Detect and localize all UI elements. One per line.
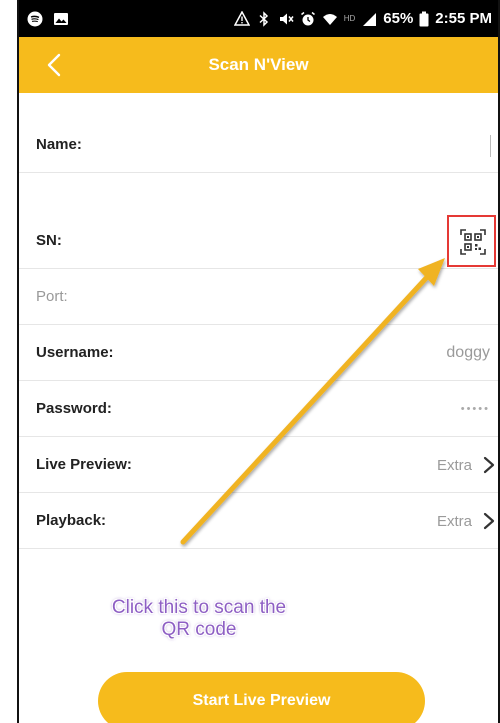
qr-code-icon xyxy=(460,229,486,255)
name-row[interactable]: Name: xyxy=(19,117,498,173)
password-value[interactable]: ••••• xyxy=(461,381,490,437)
phone-screen: HD 65% 2:55 PM Scan N'View Name: SN: Por… xyxy=(19,0,498,723)
username-value[interactable]: doggy xyxy=(446,325,490,381)
wifi-icon xyxy=(322,13,337,25)
password-row[interactable]: Password: ••••• xyxy=(19,381,498,437)
start-live-preview-button[interactable]: Start Live Preview xyxy=(98,672,425,723)
live-preview-label: Live Preview: xyxy=(36,456,132,473)
text-cursor xyxy=(490,135,491,157)
battery-percent: 65% xyxy=(383,10,414,27)
chevron-left-icon xyxy=(47,53,61,77)
spotify-icon xyxy=(27,11,43,26)
chevron-right-icon xyxy=(483,456,495,474)
playback-value: Extra xyxy=(436,512,472,530)
back-button[interactable] xyxy=(41,51,69,79)
playback-selector[interactable]: Extra xyxy=(437,493,496,549)
live-preview-selector[interactable]: Extra xyxy=(437,437,496,493)
chevron-right-icon xyxy=(483,512,495,530)
annotation-text: Click this to scan the QR code xyxy=(79,597,319,641)
password-label: Password: xyxy=(36,400,112,417)
alarm-icon xyxy=(300,11,315,25)
username-label: Username: xyxy=(36,344,114,361)
clock-time: 2:55 PM xyxy=(435,10,492,27)
live-preview-row[interactable]: Live Preview: Extra xyxy=(19,437,498,493)
app-bar: Scan N'View xyxy=(19,37,498,93)
left-frame-border xyxy=(0,0,19,723)
battery-icon xyxy=(419,11,429,26)
port-row[interactable]: Port: xyxy=(19,269,498,325)
alert-icon xyxy=(233,10,250,26)
username-row[interactable]: Username: doggy xyxy=(19,325,498,381)
qr-scan-button[interactable] xyxy=(447,215,496,267)
annotation-line-1: Click this to scan the xyxy=(111,597,287,618)
network-label: HD xyxy=(343,14,356,23)
status-bar: HD 65% 2:55 PM xyxy=(19,0,498,37)
mute-icon xyxy=(279,13,294,24)
playback-row[interactable]: Playback: Extra xyxy=(19,493,498,549)
bluetooth-icon xyxy=(259,10,268,27)
sn-label: SN: xyxy=(36,232,62,249)
port-label: Port: xyxy=(36,288,68,305)
image-icon xyxy=(54,12,68,25)
sn-row[interactable]: SN: xyxy=(19,213,498,269)
page-title: Scan N'View xyxy=(208,55,309,74)
playback-label: Playback: xyxy=(36,512,107,529)
annotation-line-2: QR code xyxy=(161,619,237,640)
signal-icon xyxy=(363,12,377,26)
live-preview-value: Extra xyxy=(436,456,472,474)
name-label: Name: xyxy=(36,136,82,153)
